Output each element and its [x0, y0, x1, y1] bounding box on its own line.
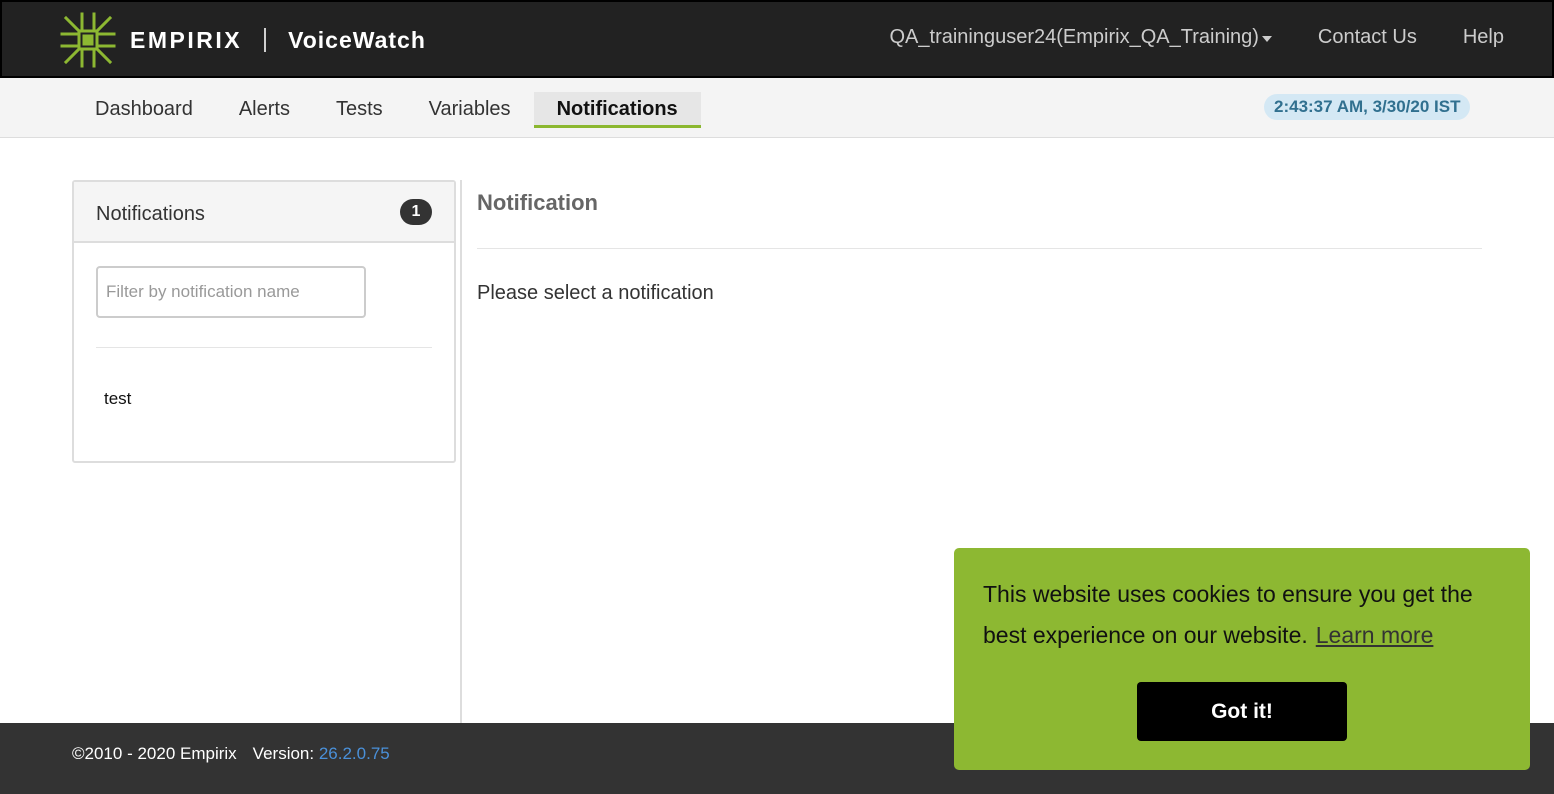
empirix-logo-icon [60, 12, 116, 68]
notification-count-badge: 1 [400, 199, 432, 225]
notification-list-item[interactable]: test [104, 389, 131, 409]
tab-dashboard[interactable]: Dashboard [72, 92, 216, 128]
tab-tests[interactable]: Tests [313, 92, 406, 128]
top-nav: QA_traininguser24(Empirix_QA_Training) C… [890, 26, 1505, 49]
brand[interactable]: EMPIRIX VoiceWatch [60, 12, 426, 68]
empty-state-message: Please select a notification [477, 282, 714, 304]
notification-filter-input[interactable] [96, 266, 366, 318]
footer-info: ©2010 - 2020 Empirix Version: 26.2.0.75 [72, 744, 390, 764]
divider [96, 347, 432, 348]
main-tabs: Dashboard Alerts Tests Variables Notific… [72, 92, 701, 128]
server-clock: 2:43:37 AM, 3/30/20 IST [1264, 94, 1471, 120]
detail-title: Notification [477, 190, 598, 215]
help-link[interactable]: Help [1463, 26, 1504, 49]
user-menu-label: QA_traininguser24(Empirix_QA_Training) [889, 26, 1259, 48]
product-name: VoiceWatch [288, 26, 426, 53]
column-divider [460, 180, 462, 723]
version-label: Version: [252, 744, 315, 763]
tab-variables[interactable]: Variables [406, 92, 534, 128]
panel-header: Notifications 1 [74, 182, 454, 243]
cookie-banner: This website uses cookies to ensure you … [954, 548, 1530, 770]
tab-alerts[interactable]: Alerts [216, 92, 313, 128]
version-number[interactable]: 26.2.0.75 [319, 744, 390, 763]
contact-us-link[interactable]: Contact Us [1318, 26, 1417, 49]
tab-notifications[interactable]: Notifications [533, 92, 701, 128]
cookie-accept-button[interactable]: Got it! [1137, 682, 1347, 741]
learn-more-link[interactable]: Learn more [1316, 622, 1434, 648]
divider [477, 248, 1482, 249]
sub-nav: Dashboard Alerts Tests Variables Notific… [0, 78, 1554, 138]
chevron-down-icon [1261, 35, 1272, 42]
notifications-panel: Notifications 1 test [72, 180, 456, 463]
user-menu[interactable]: QA_traininguser24(Empirix_QA_Training) [890, 26, 1272, 49]
brand-name: EMPIRIX [130, 26, 243, 53]
top-header: EMPIRIX VoiceWatch QA_traininguser24(Emp… [0, 0, 1554, 78]
copyright: ©2010 - 2020 Empirix [72, 744, 237, 763]
cookie-message: This website uses cookies to ensure you … [983, 574, 1513, 656]
brand-divider [264, 28, 267, 52]
panel-title: Notifications [96, 203, 205, 225]
